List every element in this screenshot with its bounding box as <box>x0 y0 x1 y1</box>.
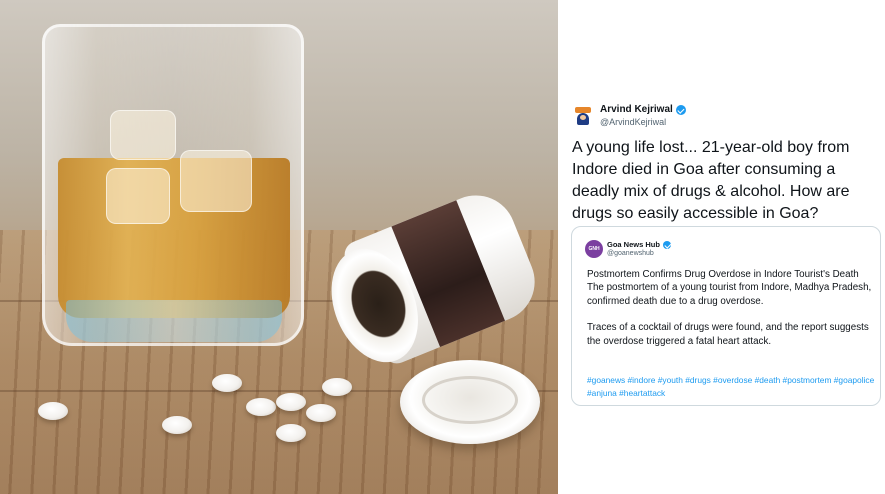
pill <box>246 398 276 416</box>
whisky-and-pills-photo <box>0 0 558 494</box>
bottle-cap <box>400 360 540 444</box>
hashtags[interactable]: #goanews #indore #youth #drugs #overdose… <box>587 374 877 399</box>
tweet-author[interactable]: Arvind Kejriwal @ArvindKejriwal <box>572 104 686 128</box>
pill <box>322 378 352 396</box>
quoted-paragraph: Traces of a cocktail of drugs were found… <box>587 322 869 347</box>
pill <box>212 374 242 392</box>
verified-badge-icon <box>675 105 686 115</box>
pill <box>38 402 68 420</box>
author-handle[interactable]: @ArvindKejriwal <box>600 116 686 128</box>
whisky-liquid <box>58 158 290 318</box>
ice-cube <box>180 150 252 212</box>
avatar[interactable]: GNH <box>585 240 603 258</box>
quoted-author-handle[interactable]: @goanewshub <box>607 249 671 258</box>
author-name[interactable]: Arvind Kejriwal <box>600 104 673 116</box>
pill <box>276 393 306 411</box>
verified-badge-icon <box>662 240 671 249</box>
tweet-text: A young life lost... 21-year-old boy fro… <box>572 139 850 222</box>
ice-cube <box>106 168 170 224</box>
avatar[interactable] <box>572 105 594 127</box>
quoted-author-name[interactable]: Goa News Hub <box>607 240 660 249</box>
glass-base <box>66 300 282 342</box>
pill <box>306 404 336 422</box>
quoted-paragraph: Postmortem Confirms Drug Overdose in Ind… <box>587 269 872 307</box>
quoted-tweet-text: Postmortem Confirms Drug Overdose in Ind… <box>587 268 877 361</box>
ice-cube <box>110 110 176 160</box>
pill <box>276 424 306 442</box>
pill <box>162 416 192 434</box>
quoted-tweet[interactable]: GNH Goa News Hub @goanewshub Postmortem … <box>571 226 881 406</box>
quoted-author[interactable]: GNH Goa News Hub @goanewshub <box>585 240 671 258</box>
